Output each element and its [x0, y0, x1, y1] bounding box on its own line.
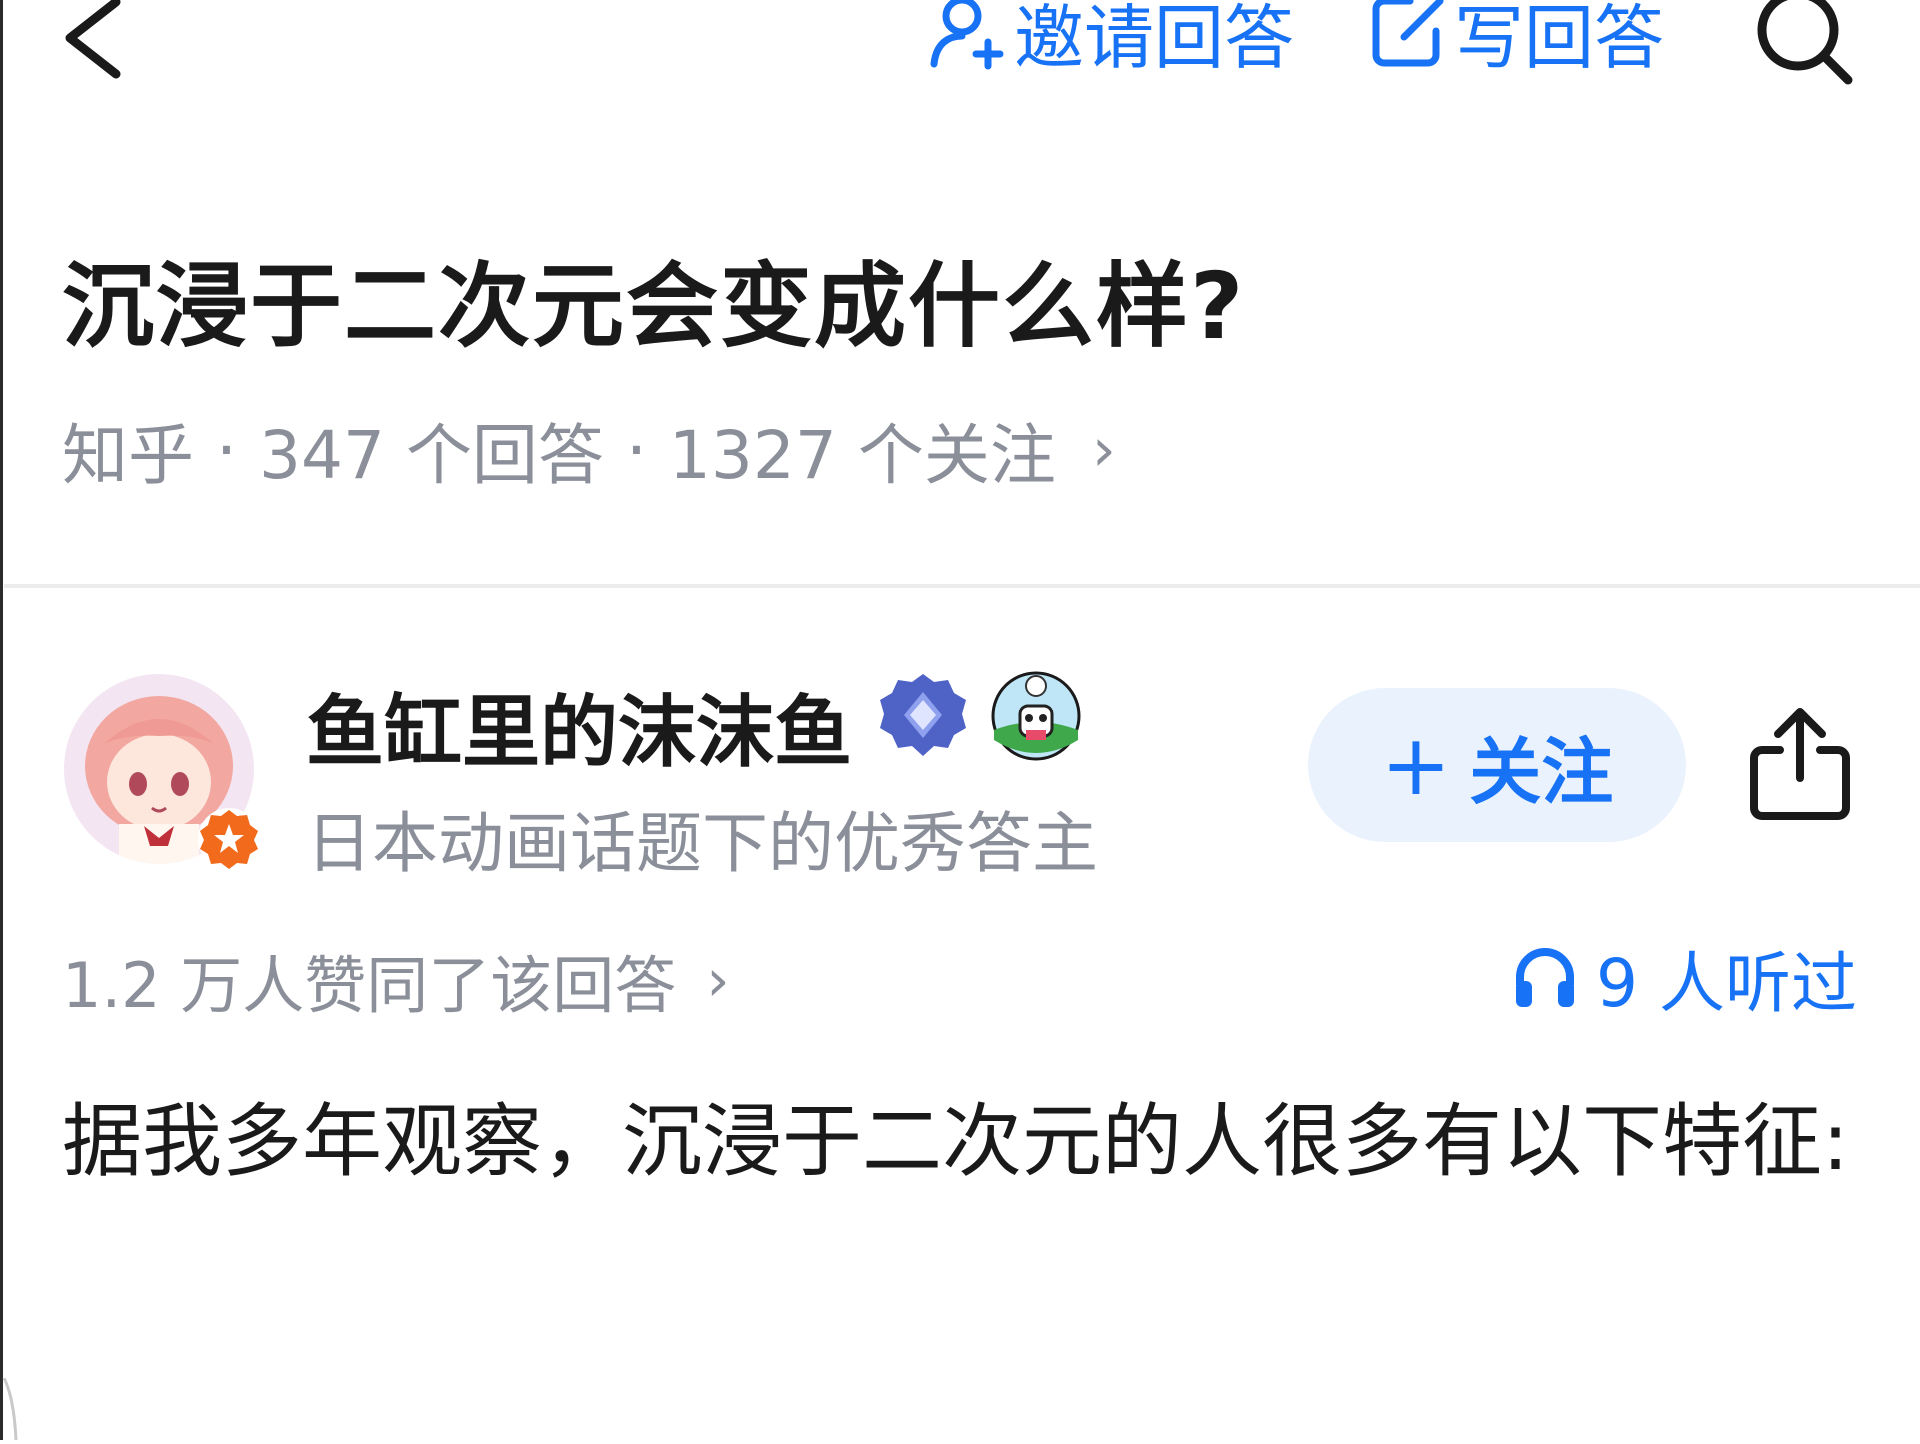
- write-icon: [1372, 0, 1444, 67]
- headphones-icon: [1516, 948, 1574, 1007]
- answer-count: 347 个回答: [258, 417, 604, 494]
- source-label: 知乎: [62, 417, 194, 494]
- meta-separator: ·: [216, 411, 237, 489]
- write-answer-label: 写回答: [1454, 0, 1664, 79]
- follow-button[interactable]: + 关注: [1308, 688, 1686, 842]
- search-icon: [1757, 0, 1853, 85]
- back-icon: [65, 0, 121, 79]
- author-name[interactable]: 鱼缸里的沫沫鱼: [306, 670, 852, 782]
- star-badge-icon: [196, 806, 262, 872]
- panda-badge-icon[interactable]: [990, 670, 1082, 762]
- listen-count: 9 人听过: [1596, 945, 1857, 1022]
- plus-icon: +: [1380, 716, 1452, 814]
- verified-badge-icon[interactable]: [876, 670, 970, 764]
- upvote-summary[interactable]: 1.2 万人赞同了该回答 ›: [62, 935, 730, 1025]
- share-button[interactable]: [1746, 706, 1854, 822]
- window-edge: [0, 0, 3, 1440]
- meta-separator: ·: [625, 411, 647, 489]
- share-icon: [1750, 708, 1850, 820]
- search-button[interactable]: [1748, 0, 1858, 90]
- chevron-right-icon: ›: [706, 946, 730, 1014]
- follower-count: 1327 个关注: [668, 417, 1056, 494]
- invite-answer-button[interactable]: 邀请回答: [928, 0, 1294, 82]
- back-button[interactable]: [58, 0, 138, 86]
- section-divider: [4, 584, 1920, 588]
- question-meta[interactable]: 知乎 · 347 个回答 · 1327 个关注 ›: [62, 402, 1116, 498]
- answer-content: 据我多年观察，沉浸于二次元的人很多有以下特征:: [62, 1095, 1849, 1188]
- invite-icon: [930, 0, 1004, 70]
- listen-button[interactable]: 9 人听过: [1512, 930, 1857, 1026]
- chevron-right-icon: ›: [1091, 415, 1116, 485]
- follow-label: 关注: [1469, 729, 1614, 814]
- question-title[interactable]: 沉浸于二次元会变成什么样?: [62, 232, 1245, 365]
- write-answer-button[interactable]: 写回答: [1370, 0, 1664, 82]
- invite-answer-label: 邀请回答: [1014, 0, 1294, 79]
- upvote-count: 1.2 万人赞同了该回答: [62, 949, 677, 1022]
- scroll-edge: [0, 1377, 20, 1441]
- author-description: 日本动画话题下的优秀答主: [306, 805, 1098, 882]
